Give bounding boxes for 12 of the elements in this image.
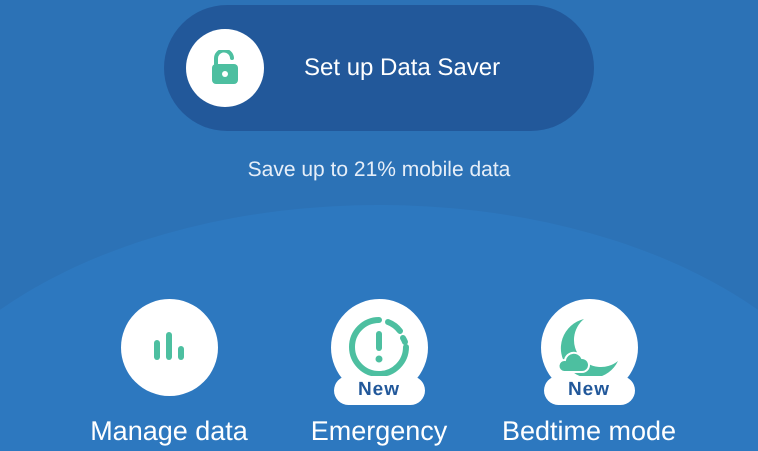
feature-label: Manage data (90, 414, 248, 448)
feature-shortcut[interactable]: New Emergency (289, 298, 469, 451)
data-saver-button[interactable]: Set up Data Saver (164, 5, 594, 131)
feature-shortcut[interactable]: New Bedtime mode (499, 298, 679, 451)
feature-shortcut[interactable]: Manage data (79, 298, 259, 451)
alert-circle-icon (348, 316, 410, 378)
new-badge: New (334, 376, 424, 404)
feature-label: Emergency (310, 414, 448, 448)
new-badge: New (544, 376, 634, 404)
feature-label: Bedtime mode (502, 414, 676, 448)
unlocked-padlock-icon (210, 50, 240, 86)
savings-subtitle: Save up to 21% mobile data (248, 157, 510, 183)
